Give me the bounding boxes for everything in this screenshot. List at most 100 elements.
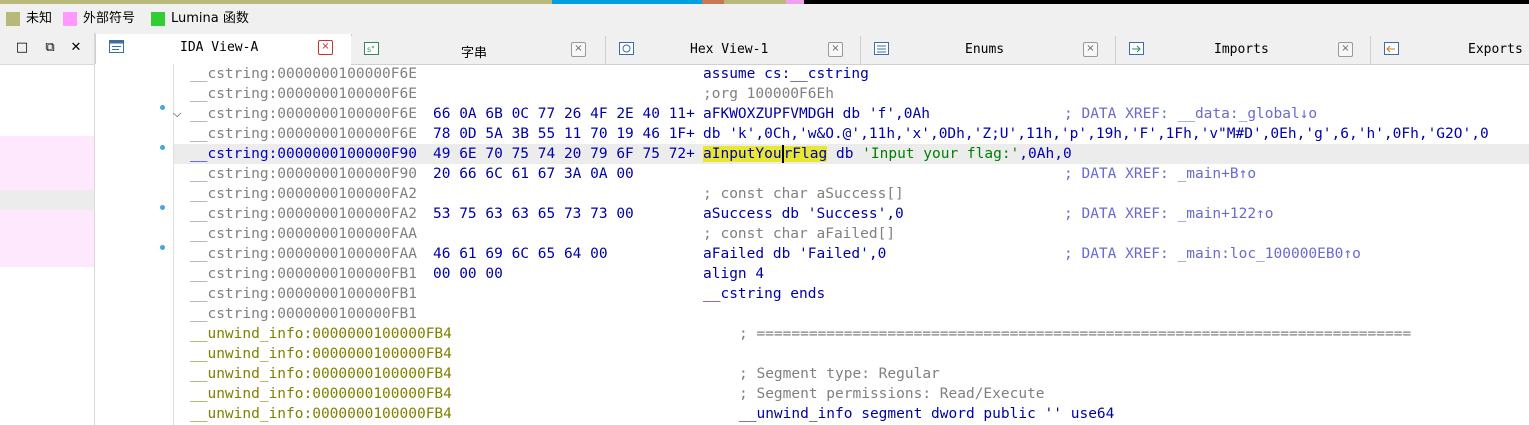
xref-comment[interactable]: ; DATA XREF: _main+B↑o <box>1064 164 1256 184</box>
tab-enums[interactable]: Enums × <box>861 36 1116 64</box>
tab-bar: IDA View-A × s" 字串 × Hex View-1 × Enums … <box>95 32 1529 65</box>
tab-label: 字串 <box>461 46 488 61</box>
listing-line[interactable]: __unwind_info:0000000100000FB4 __unwind_… <box>174 404 1529 424</box>
close-icon[interactable]: × <box>571 42 586 57</box>
listing-line[interactable]: __cstring:0000000100000FAA ; const char … <box>174 224 1529 244</box>
line-directive: db <box>827 146 863 162</box>
close-icon[interactable]: ✕ <box>68 40 84 56</box>
line-address: __unwind_info:0000000100000FB4 <box>190 366 452 382</box>
line-address: __cstring:0000000100000F6E <box>190 86 417 102</box>
close-icon[interactable]: × <box>1338 42 1353 57</box>
exports-icon <box>1384 42 1399 55</box>
tab-strings[interactable]: s" 字串 × <box>351 36 606 64</box>
line-address: __cstring:0000000100000FAA <box>190 226 417 242</box>
listing-line[interactable]: __cstring:0000000100000F6E ;org 100000F6… <box>174 84 1529 104</box>
line-bytes: 66 0A 6B 0C 77 26 4F 2E 40 11+ <box>433 106 695 122</box>
line-address: __cstring:0000000100000FB1 <box>190 286 417 302</box>
imports-icon <box>1129 42 1144 55</box>
line-comment: ; Segment type: Regular <box>739 366 940 382</box>
line-comment: ; const char aFailed[] <box>703 226 896 242</box>
line-code: __unwind_info segment dword public '' us… <box>739 406 1115 422</box>
line-bytes: 00 00 00 <box>433 266 503 282</box>
line-address: __cstring:0000000100000FB1 <box>190 306 417 322</box>
enums-icon <box>874 42 889 55</box>
line-address: __unwind_info:0000000100000FB4 <box>190 386 452 402</box>
line-tail: ,0Ah,0 <box>1019 146 1072 162</box>
close-icon[interactable]: × <box>828 42 843 57</box>
listing-line[interactable]: __unwind_info:0000000100000FB4 ; Segment… <box>174 364 1529 384</box>
line-address: __cstring:0000000100000F6E <box>190 126 417 142</box>
line-address: __cstring:0000000100000F90 <box>190 146 417 162</box>
strings-icon: s" <box>364 42 379 55</box>
tab-label: Imports <box>1214 42 1269 57</box>
line-code: db 'k',0Ch,'w&O.@',11h,'x',0Dh,'Z;U',11h… <box>703 126 1489 142</box>
tab-imports[interactable]: Imports × <box>1116 36 1371 64</box>
tab-label: Hex View-1 <box>690 42 769 57</box>
line-address: __unwind_info:0000000100000FB4 <box>190 406 452 422</box>
line-comment: ; ======================================… <box>739 326 1412 342</box>
line-comment: ; const char aSuccess[] <box>703 186 904 202</box>
listing-line[interactable]: __cstring:0000000100000FA2 ; const char … <box>174 184 1529 204</box>
line-address: __cstring:0000000100000FA2 <box>190 186 417 202</box>
xref-comment[interactable]: ; DATA XREF: _main+122↑o <box>1064 204 1274 224</box>
tab-label: IDA View-A <box>180 40 259 55</box>
legend-bar: 未知 外部符号 Lumina 函数 <box>0 4 1529 32</box>
ida-view-icon <box>109 40 124 53</box>
listing-line[interactable]: __cstring:0000000100000F6E 66 0A 6B 0C 7… <box>174 104 1529 124</box>
restore-icon[interactable]: □ <box>14 40 30 56</box>
disassembly-listing[interactable]: __cstring:0000000100000F6E assume cs:__c… <box>174 64 1529 425</box>
line-code: aInputYou rFlag db 'Input your flag:',0Ah… <box>703 144 1072 164</box>
listing-line[interactable]: __cstring:0000000100000FA2 53 75 63 63 6… <box>174 204 1529 224</box>
xref-marker <box>160 105 165 110</box>
listing-line[interactable]: __unwind_info:0000000100000FB4 <box>174 344 1529 364</box>
line-address: __cstring:0000000100000FB1 <box>190 266 417 282</box>
line-address: __unwind_info:0000000100000FB4 <box>190 326 452 342</box>
listing-gutter[interactable]: ⌵ <box>95 64 181 425</box>
legend-swatch <box>6 12 20 26</box>
xref-marker <box>160 245 165 250</box>
close-icon[interactable]: × <box>1083 42 1098 57</box>
xref-comment[interactable]: ; DATA XREF: __data:_global↓o <box>1064 104 1317 124</box>
line-code: align 4 <box>703 266 765 282</box>
highlighted-label[interactable]: aInputYou <box>703 146 782 162</box>
float-icon[interactable]: ⧉ <box>42 40 58 56</box>
xref-marker <box>160 205 165 210</box>
close-icon[interactable]: × <box>318 40 333 55</box>
legend-swatch <box>151 12 165 26</box>
line-code: assume cs:__cstring <box>703 66 869 82</box>
tab-hex-view-1[interactable]: Hex View-1 × <box>606 36 861 64</box>
tab-exports[interactable]: Exports <box>1371 36 1529 64</box>
line-bytes: 78 0D 5A 3B 55 11 70 19 46 1F+ <box>433 126 695 142</box>
listing-line[interactable]: __cstring:0000000100000F90 20 66 6C 61 6… <box>174 164 1529 184</box>
highlighted-label-tail[interactable]: rFlag <box>783 146 828 162</box>
listing-line[interactable]: __unwind_info:0000000100000FB4 ; =======… <box>174 324 1529 344</box>
legend-swatch <box>63 12 77 26</box>
line-address: __cstring:0000000100000FA2 <box>190 206 417 222</box>
line-bytes: 46 61 69 6C 65 64 00 <box>433 246 608 262</box>
listing-line[interactable]: __cstring:0000000100000F6E assume cs:__c… <box>174 64 1529 84</box>
xref-marker <box>160 145 165 150</box>
listing-line[interactable]: __cstring:0000000100000FB1 <box>174 304 1529 324</box>
band-pink <box>0 210 94 267</box>
xref-comment[interactable]: ; DATA XREF: _main:loc_100000EB0↑o <box>1064 244 1361 264</box>
line-bytes: 53 75 63 63 65 73 73 00 <box>433 206 634 222</box>
listing-line[interactable]: __cstring:0000000100000FAA 46 61 69 6C 6… <box>174 244 1529 264</box>
line-address: __cstring:0000000100000F90 <box>190 166 417 182</box>
listing-line[interactable]: __cstring:0000000100000FB1 __cstring end… <box>174 284 1529 304</box>
band-pink <box>0 136 94 190</box>
listing-line-current[interactable]: __cstring:0000000100000F90 49 6E 70 75 7… <box>174 144 1529 164</box>
listing-line[interactable]: __cstring:0000000100000FB1 00 00 00 alig… <box>174 264 1529 284</box>
listing-line[interactable]: __unwind_info:0000000100000FB4 ; Segment… <box>174 384 1529 404</box>
line-bytes: 20 66 6C 61 67 3A 0A 00 <box>433 166 634 182</box>
line-address: __unwind_info:0000000100000FB4 <box>190 346 452 362</box>
line-address: __cstring:0000000100000FAA <box>190 246 417 262</box>
line-code: aSuccess db 'Success',0 <box>703 206 904 222</box>
hex-view-icon <box>619 42 634 55</box>
line-address: __cstring:0000000100000F6E <box>190 106 417 122</box>
band-gray <box>0 190 94 210</box>
left-panel-titlebar: □ ⧉ ✕ <box>0 32 94 65</box>
listing-line[interactable]: __cstring:0000000100000F6E 78 0D 5A 3B 5… <box>174 124 1529 144</box>
tab-label: Enums <box>965 42 1005 57</box>
line-bytes: 49 6E 70 75 74 20 79 6F 75 72+ <box>433 146 695 162</box>
tab-ida-view-a[interactable]: IDA View-A × <box>95 34 352 65</box>
